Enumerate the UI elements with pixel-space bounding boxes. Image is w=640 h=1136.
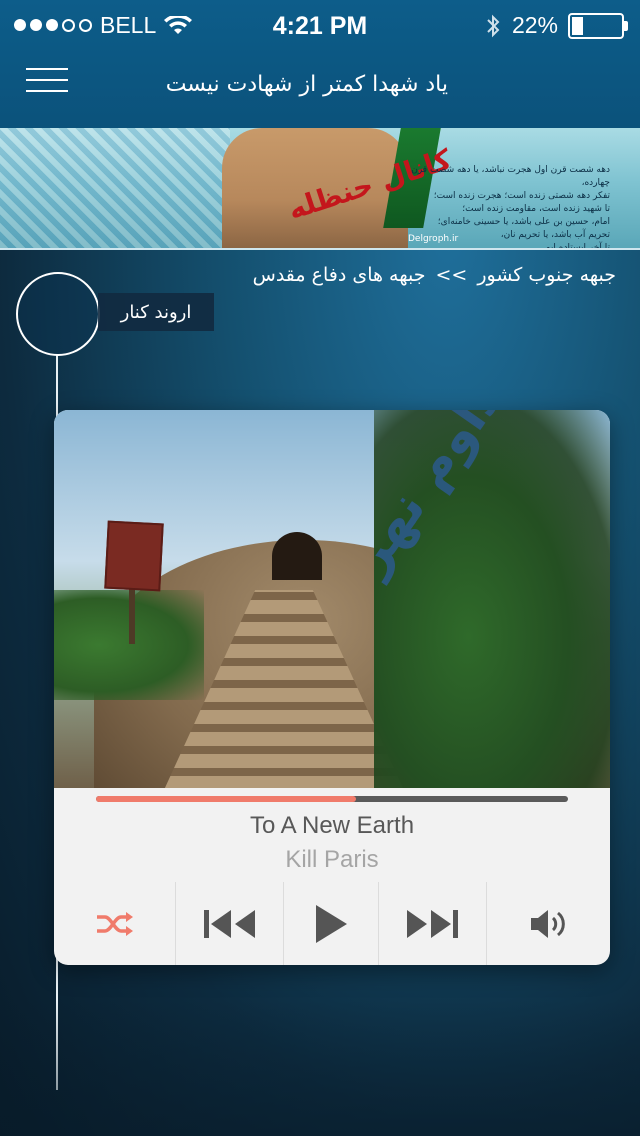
battery-icon: [568, 12, 628, 39]
navigation-bar: یاد شهدا کمتر از شهادت نیست: [0, 54, 640, 124]
progress-bar[interactable]: [96, 796, 568, 802]
next-track-button[interactable]: [379, 882, 487, 965]
breadcrumb-item-level2[interactable]: جبهه جنوب کشور: [477, 264, 616, 286]
timeline-node[interactable]: [16, 272, 100, 356]
previous-icon: [203, 909, 255, 938]
status-bar: BELL 4:21 PM 22%: [0, 0, 640, 50]
hamburger-menu-button[interactable]: [26, 68, 68, 96]
playback-controls: [54, 882, 610, 965]
music-player-card: تداوم نهر To A New Earth Kill Paris: [54, 410, 610, 965]
shuffle-icon: [96, 911, 133, 936]
banner-line: دهه شصت قرن اول هجرت نباشد، یا دهه شصت ق…: [411, 165, 610, 188]
shuffle-button[interactable]: [54, 882, 177, 965]
banner-line: تا شهید زنده است، مقاومت زنده است؛: [462, 204, 610, 214]
breadcrumb: جبهه جنوب کشور >> جبهه های دفاع مقدس: [253, 264, 616, 286]
volume-icon: [531, 909, 566, 938]
previous-track-button[interactable]: [176, 882, 285, 965]
battery-percent: 22%: [511, 12, 558, 38]
track-artist: Kill Paris: [285, 846, 379, 873]
banner-line: امام، حسین بن علی باشد، یا حسینی خامنه‌ا…: [437, 217, 610, 227]
breadcrumb-item-level1[interactable]: جبهه های دفاع مقدس: [253, 264, 426, 286]
cover-sign: [104, 520, 164, 592]
menu-line: [26, 68, 68, 70]
battery-fill: [572, 16, 583, 35]
timeline-node-label[interactable]: اروند کنار: [98, 293, 214, 331]
banner-tile-pattern: [0, 128, 230, 248]
progress-fill: [96, 796, 356, 802]
album-cover: تداوم نهر: [54, 410, 610, 788]
bottom-shade: [0, 1000, 640, 1136]
cover-tunnel: [272, 532, 322, 580]
next-icon: [407, 909, 459, 938]
banner-line: تفکر دهه شصتی زنده است؛ هجرت زنده است؛: [433, 191, 610, 201]
menu-line: [26, 90, 68, 92]
play-icon: [316, 904, 347, 943]
menu-line: [26, 79, 68, 81]
banner-watermark: Delgroph.ir: [408, 234, 459, 244]
play-button[interactable]: [284, 882, 379, 965]
bluetooth-icon: [487, 14, 500, 37]
track-title: To A New Earth: [249, 812, 415, 839]
page-title: یاد شهدا کمتر از شهادت نیست: [165, 72, 448, 97]
status-right: 22%: [484, 12, 628, 39]
cover-sign-post: [129, 584, 135, 644]
breadcrumb-separator: >>: [435, 264, 468, 286]
header-banner-image: کانال حنظله دهه شصت قرن اول هجرت نباشد، …: [0, 128, 640, 250]
top-bar: BELL 4:21 PM 22% یاد شهدا کمتر از شهادت …: [0, 0, 640, 128]
volume-button[interactable]: [487, 882, 610, 965]
